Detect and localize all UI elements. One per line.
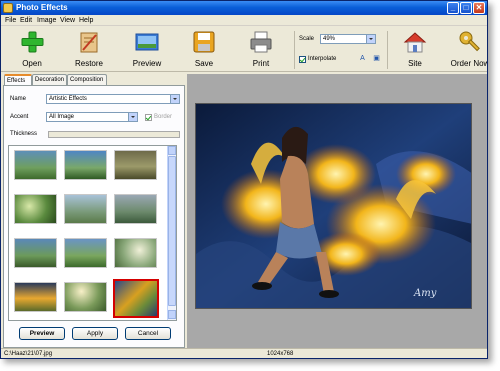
- border-checkbox[interactable]: [145, 114, 152, 121]
- scale-value: 49%: [323, 36, 336, 42]
- accent-value: All Image: [49, 114, 75, 120]
- image-canvas[interactable]: Amy: [187, 74, 487, 348]
- open-button[interactable]: Open: [6, 28, 58, 70]
- effect-thumbnail-selected[interactable]: [113, 279, 159, 318]
- photo-preview: Amy: [195, 103, 472, 309]
- effect-thumbnail[interactable]: [14, 238, 57, 268]
- preview-label: Preview: [132, 59, 162, 68]
- thumbnail-scrollbar[interactable]: [167, 146, 176, 320]
- app-icon: [3, 3, 13, 13]
- floppy-disk-icon: [193, 31, 215, 53]
- restore-icon: [80, 32, 98, 53]
- photo-signature: Amy: [413, 288, 437, 299]
- image-dimensions: 1024x768: [267, 351, 294, 357]
- preview-icon: [135, 33, 159, 51]
- toolbar: Open Restore Preview Save Print Scale 49…: [1, 26, 487, 72]
- open-label: Open: [22, 59, 42, 68]
- menu-bar: File Edit Image View Help: [1, 15, 487, 26]
- effect-thumbnail[interactable]: [114, 150, 157, 180]
- preview-button[interactable]: Preview: [121, 28, 173, 70]
- app-window: Photo Effects _ □ ✕ File Edit Image View…: [0, 0, 488, 359]
- preview-action-button[interactable]: Preview: [19, 327, 65, 340]
- scale-label: Scale: [299, 36, 315, 42]
- chevron-down-icon[interactable]: [128, 113, 137, 121]
- scroll-up-button[interactable]: [168, 146, 176, 155]
- name-select[interactable]: Artistic Effects: [46, 94, 180, 104]
- order-now-label: Order Now: [450, 59, 488, 68]
- print-label: Print: [252, 59, 270, 68]
- green-plus-icon: [21, 31, 44, 53]
- name-value: Artistic Effects: [49, 96, 87, 102]
- thickness-slider[interactable]: [48, 131, 180, 138]
- menu-image[interactable]: Image: [37, 17, 56, 24]
- cancel-button[interactable]: Cancel: [125, 327, 171, 340]
- accent-label: Accent: [10, 114, 29, 120]
- text-size-icon[interactable]: A: [358, 54, 367, 63]
- menu-edit[interactable]: Edit: [20, 17, 32, 24]
- effect-thumbnail[interactable]: [64, 238, 107, 268]
- fire-effect-photo: Amy: [196, 104, 471, 308]
- scale-group: Scale 49% Interpolate A ▣: [294, 31, 388, 69]
- scroll-down-button[interactable]: [168, 310, 176, 319]
- order-now-button[interactable]: Order Now: [444, 28, 488, 70]
- tab-composition[interactable]: Composition: [67, 74, 107, 85]
- minimize-button[interactable]: _: [447, 2, 459, 14]
- interpolate-label: Interpolate: [308, 56, 337, 62]
- effect-thumbnail[interactable]: [64, 150, 107, 180]
- save-button[interactable]: Save: [178, 28, 230, 70]
- name-label: Name: [10, 96, 27, 102]
- interpolate-checkbox[interactable]: [299, 56, 306, 63]
- effect-thumbnail[interactable]: [14, 282, 57, 312]
- restore-button[interactable]: Restore: [63, 28, 115, 70]
- effect-thumbnail[interactable]: [114, 194, 157, 224]
- status-bar: C:\Haaz\21\07.jpg 1024x768: [1, 348, 487, 358]
- print-button[interactable]: Print: [235, 28, 287, 70]
- scrollbar-thumb[interactable]: [168, 156, 176, 306]
- restore-label: Restore: [74, 59, 103, 68]
- printer-icon: [250, 31, 272, 53]
- maximize-button[interactable]: □: [460, 2, 472, 14]
- save-label: Save: [194, 59, 214, 68]
- effect-thumbnail[interactable]: [114, 238, 157, 268]
- effect-thumbnail[interactable]: [64, 194, 107, 224]
- chevron-down-icon[interactable]: [170, 95, 179, 103]
- chevron-down-icon[interactable]: [366, 35, 375, 43]
- title-bar[interactable]: Photo Effects _ □ ✕: [1, 1, 487, 15]
- scale-select[interactable]: 49%: [320, 34, 376, 44]
- tab-decoration[interactable]: Decoration: [32, 74, 67, 85]
- effect-thumbnail[interactable]: [14, 194, 57, 224]
- menu-view[interactable]: View: [60, 17, 75, 24]
- thickness-label: Thickness: [10, 131, 38, 137]
- effect-thumbnail[interactable]: [14, 150, 57, 180]
- apply-button[interactable]: Apply: [72, 327, 118, 340]
- border-label: Border: [154, 114, 173, 120]
- site-label: Site: [408, 59, 422, 68]
- key-icon: [459, 31, 480, 52]
- close-button[interactable]: ✕: [473, 2, 485, 14]
- accent-select[interactable]: All Image: [46, 112, 138, 122]
- fit-icon[interactable]: ▣: [372, 54, 381, 63]
- file-path: C:\Haaz\21\07.jpg: [4, 351, 53, 357]
- home-icon: [403, 32, 427, 53]
- window-title: Photo Effects: [16, 3, 68, 12]
- menu-help[interactable]: Help: [79, 17, 93, 24]
- effect-thumbnail[interactable]: [64, 282, 107, 312]
- site-button[interactable]: Site: [389, 28, 441, 70]
- menu-file[interactable]: File: [5, 17, 16, 24]
- thumbnail-grid: [8, 145, 177, 321]
